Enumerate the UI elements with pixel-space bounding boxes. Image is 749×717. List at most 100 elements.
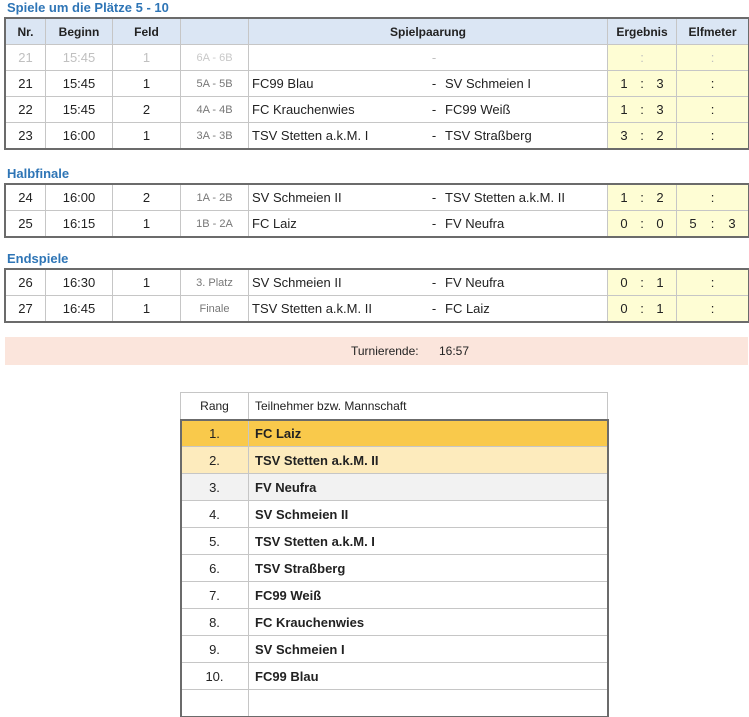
ranking-row: 5. TSV Stetten a.k.M. I <box>180 527 608 555</box>
game-row: 21 15:45 1 5A - 5B FC99 Blau - SV Schmeien I1:… <box>5 70 749 97</box>
game-pair-code: 6A - 6B <box>180 44 249 71</box>
result-separator: : <box>640 102 644 117</box>
game-result: : <box>607 44 677 71</box>
penalty-home-goals <box>688 102 698 117</box>
away-team: FV Neufra <box>445 275 505 290</box>
penalty-values: : <box>680 275 745 290</box>
result-separator: : <box>640 50 644 65</box>
game-nr: 21 <box>5 70 46 97</box>
game-nr: 22 <box>5 96 46 123</box>
game-field: 2 <box>112 184 181 211</box>
penalty-home-goals <box>688 128 698 143</box>
ranking-row: 7. FC99 Weiß <box>180 581 608 609</box>
penalty-separator: : <box>710 76 715 91</box>
game-penalty: 5:3 <box>676 210 749 237</box>
penalty-values: : <box>680 190 745 205</box>
finals-section-title: Endspiele <box>7 251 69 266</box>
penalty-values: : <box>680 102 745 117</box>
game-result: 0:1 <box>607 269 677 296</box>
ranking-row: 3. FV Neufra <box>180 473 608 501</box>
ranking-rank: 9. <box>180 635 249 663</box>
pairing-dash: - <box>431 102 437 117</box>
semifinal-games-table: 24 16:00 2 1A - 2B SV Schmeien II - TSV Stette… <box>4 183 749 238</box>
tournament-end-bar: Turnierende: 16:57 <box>5 337 748 365</box>
penalty-values: : <box>680 301 745 316</box>
ranking-row: 8. FC Krauchenwies <box>180 608 608 636</box>
ranking-rank: 1. <box>180 419 249 447</box>
away-team <box>441 50 604 65</box>
game-result: 1:3 <box>607 70 677 97</box>
ranking-team: FC99 Blau <box>248 662 608 690</box>
game-pairing: TSV Stetten a.k.M. II - FC Laiz <box>248 295 608 322</box>
ranking-rank: 7. <box>180 581 249 609</box>
game-row: 23 16:00 1 3A - 3B TSV Stetten a.k.M. I - TSV … <box>5 122 749 149</box>
game-pairing: SV Schmeien II - TSV Stetten a.k.M. II <box>248 184 608 211</box>
ranking-team: FC Krauchenwies <box>248 608 608 636</box>
ranking-rank: 4. <box>180 500 249 528</box>
game-begin: 16:15 <box>45 210 113 237</box>
result-separator: : <box>640 275 644 290</box>
result-separator: : <box>640 301 644 316</box>
game-pairing: FC Krauchenwies - FC99 Weiß <box>248 96 608 123</box>
penalty-away-goals <box>727 301 737 316</box>
col-header-penalty: Elfmeter <box>676 18 749 45</box>
ranking-team: FC99 Weiß <box>248 581 608 609</box>
penalty-away-goals <box>727 102 737 117</box>
ranking-row: 9. SV Schmeien I <box>180 635 608 663</box>
penalty-home-goals: 5 <box>689 216 697 231</box>
game-pair-code: 3A - 3B <box>180 122 249 149</box>
away-team: FV Neufra <box>445 216 505 231</box>
game-nr: 24 <box>5 184 46 211</box>
penalty-away-goals <box>727 50 737 65</box>
game-pairing: TSV Stetten a.k.M. I - TSV Straßberg <box>248 122 608 149</box>
result-home-goals: 0 <box>620 301 628 316</box>
ranking-row: 1. FC Laiz <box>180 419 608 447</box>
result-away-goals: 2 <box>656 128 664 143</box>
result-away-goals: 1 <box>656 275 664 290</box>
pairing-wrap: SV Schmeien II - TSV Stetten a.k.M. II <box>252 190 604 205</box>
pairing-dash: - <box>431 50 437 65</box>
home-team <box>252 50 427 65</box>
game-result: 0:0 <box>607 210 677 237</box>
ranking-team: TSV Stetten a.k.M. II <box>248 446 608 474</box>
ranking-filler-row <box>180 689 608 717</box>
game-result: 1:2 <box>607 184 677 211</box>
penalty-away-goals <box>727 190 737 205</box>
game-result: 1:3 <box>607 96 677 123</box>
game-penalty: : <box>676 70 749 97</box>
penalty-separator: : <box>710 102 715 117</box>
ranking-team: FC Laiz <box>248 419 608 447</box>
game-row: 27 16:45 1 Finale TSV Stetten a.k.M. II - FC L… <box>5 295 749 322</box>
penalty-values: : <box>680 76 745 91</box>
game-field: 2 <box>112 96 181 123</box>
penalty-away-goals <box>727 128 737 143</box>
ranking-rank: 10. <box>180 662 249 690</box>
col-header-nr: Nr. <box>5 18 46 45</box>
game-begin: 16:30 <box>45 269 113 296</box>
pairing-wrap: FC Laiz - FV Neufra <box>252 216 604 231</box>
penalty-separator: : <box>710 128 715 143</box>
penalty-away-goals <box>727 76 737 91</box>
game-row: 25 16:15 1 1B - 2A FC Laiz - FV Neufra 0:0 5:3 <box>5 210 749 237</box>
pairing-dash: - <box>431 128 437 143</box>
away-team: SV Schmeien I <box>445 76 531 91</box>
pairing-wrap: FC Krauchenwies - FC99 Weiß <box>252 102 604 117</box>
pairing-wrap: SV Schmeien II - FV Neufra <box>252 275 604 290</box>
penalty-home-goals <box>688 50 698 65</box>
penalty-values: : <box>680 50 745 65</box>
game-pair-code: Finale <box>180 295 249 322</box>
penalty-home-goals <box>688 275 698 290</box>
game-field: 1 <box>112 295 181 322</box>
penalty-home-goals <box>688 190 698 205</box>
ranking-header-row: Rang Teilnehmer bzw. Mannschaft <box>180 392 608 420</box>
tournament-end-label: Turnierende: <box>351 344 419 358</box>
ranking-header-rank: Rang <box>180 392 249 420</box>
result-away-goals: 3 <box>656 76 664 91</box>
ranking-team: SV Schmeien I <box>248 635 608 663</box>
ranking-row: 10. FC99 Blau <box>180 662 608 690</box>
game-field: 1 <box>112 269 181 296</box>
ranking-team: TSV Stetten a.k.M. I <box>248 527 608 555</box>
result-home-goals: 0 <box>620 275 628 290</box>
result-separator: : <box>640 190 644 205</box>
game-field: 1 <box>112 210 181 237</box>
